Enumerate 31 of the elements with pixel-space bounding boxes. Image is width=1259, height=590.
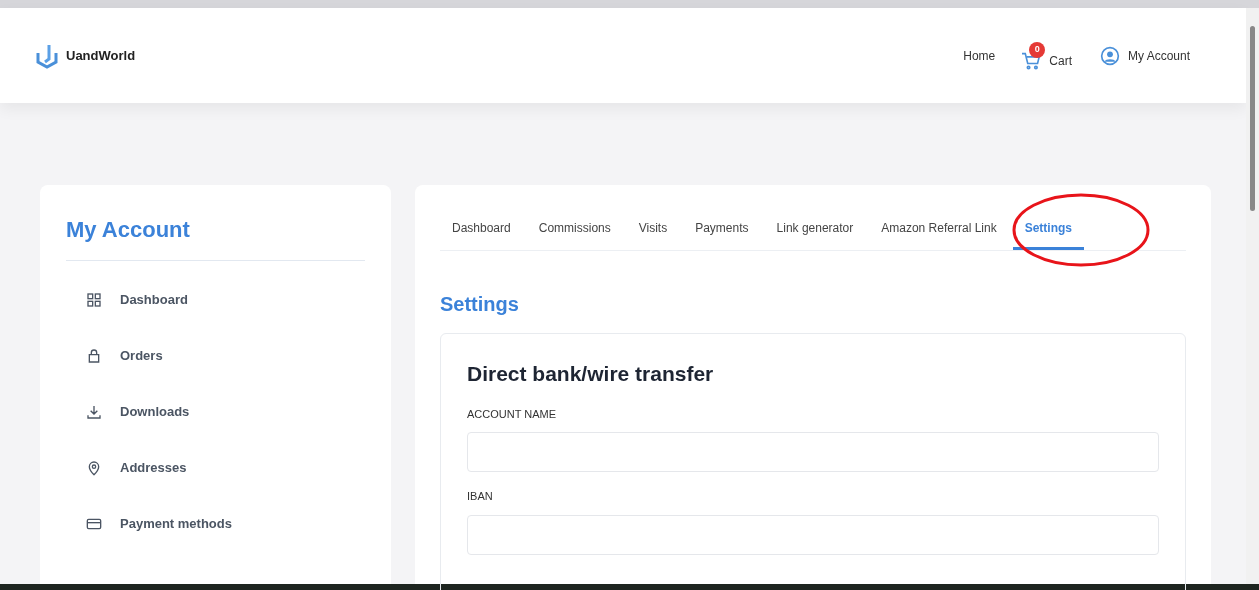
field-label: IBAN (467, 489, 494, 504)
tab[interactable]: Visits (638, 215, 668, 250)
sidebar-item[interactable]: Downloads (86, 401, 365, 423)
sidebar-item[interactable]: Dashboard (86, 289, 365, 311)
sidebar-item[interactable]: Payment methods (86, 513, 365, 535)
user-avatar-icon (1099, 45, 1120, 66)
logo-icon (36, 42, 58, 69)
tab[interactable]: Dashboard (452, 215, 511, 250)
card-icon (86, 516, 102, 532)
cart-count-badge: 0 (1029, 41, 1046, 58)
field-label: ACCOUNT NAME (467, 406, 558, 422)
sidebar-title: My Account (66, 216, 191, 244)
input-field[interactable] (467, 432, 1159, 472)
brand-name: UandWorld (66, 46, 136, 65)
location-pin-icon (86, 460, 102, 476)
input-field[interactable] (467, 514, 1159, 555)
grid-icon (86, 292, 102, 308)
page-title: Settings (440, 292, 520, 317)
section-title: Direct bank/wire transfer (467, 361, 715, 387)
my-account-link[interactable]: My Account (1099, 45, 1190, 66)
home-link[interactable]: Home (963, 46, 996, 65)
download-icon (86, 404, 102, 420)
cart-icon (1021, 51, 1042, 70)
cart-link[interactable]: 0 Cart (1021, 41, 1074, 70)
bag-icon (86, 348, 102, 364)
sidebar-item[interactable]: Orders (86, 345, 365, 367)
tab[interactable]: Link generator (776, 215, 854, 250)
tab[interactable]: Amazon Referral Link (881, 215, 997, 250)
tab[interactable]: Commissions (538, 215, 611, 250)
sidebar-item[interactable]: Addresses (86, 457, 365, 479)
tab[interactable]: Payments (695, 215, 749, 250)
